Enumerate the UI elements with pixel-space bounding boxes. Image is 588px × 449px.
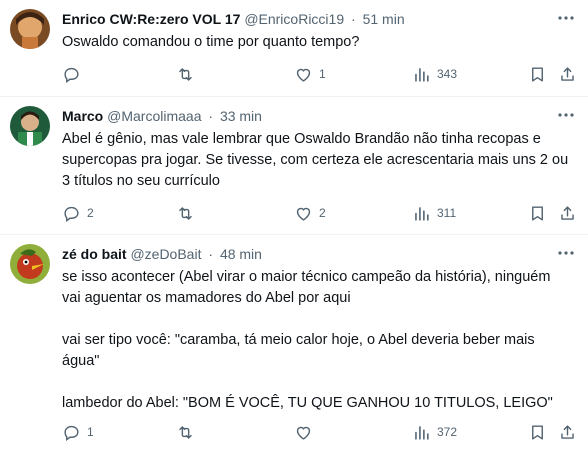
views-icon [415, 206, 429, 221]
retweet-icon [179, 67, 192, 81]
heart-icon [296, 426, 311, 440]
avatar[interactable] [10, 106, 50, 146]
bookmark-icon [532, 205, 543, 221]
tweet-2[interactable]: Marco @Marcolimaaa · 33 min Abel é gênio… [0, 97, 588, 234]
timestamp[interactable]: 48 min [220, 246, 262, 262]
views-icon [415, 425, 429, 440]
like-count: 2 [319, 206, 326, 220]
view-count: 311 [437, 206, 457, 220]
avatar[interactable] [10, 9, 50, 49]
user-handle[interactable]: @zeDoBait [130, 246, 201, 262]
reply-button[interactable] [62, 63, 87, 85]
bookmark-button[interactable] [528, 421, 547, 443]
like-button[interactable] [294, 421, 319, 443]
reply-icon [64, 67, 79, 83]
action-bar: 1 343 [62, 63, 578, 85]
bookmark-button[interactable] [528, 202, 547, 224]
views-button[interactable]: 343 [412, 63, 457, 85]
tweet-text: Abel é gênio, mas vale lembrar que Oswal… [62, 129, 572, 192]
timestamp[interactable]: 51 min [363, 11, 405, 27]
tweet-1[interactable]: Enrico CW:Re:zero VOL 17 @EnricoRicci19 … [0, 0, 588, 96]
reply-icon [64, 206, 79, 222]
reply-button[interactable]: 2 [62, 202, 94, 224]
retweet-button[interactable] [176, 421, 201, 443]
retweet-icon [179, 206, 192, 220]
bookmark-icon [532, 66, 543, 82]
display-name[interactable]: Marco [62, 108, 103, 124]
tweet-paragraph: se isso acontecer (Abel virar o maior té… [62, 269, 551, 306]
retweet-icon [179, 425, 192, 439]
tweet-text: se isso acontecer (Abel virar o maior té… [62, 267, 572, 414]
reply-count: 2 [87, 206, 94, 220]
view-count: 343 [437, 67, 458, 81]
view-count: 372 [437, 425, 458, 439]
views-button[interactable]: 372 [412, 421, 457, 443]
reply-button[interactable]: 1 [62, 421, 94, 443]
separator-dot: · [208, 246, 214, 262]
share-icon [561, 205, 574, 220]
more-icon[interactable] [556, 8, 576, 28]
separator-dot: · [351, 11, 356, 27]
share-icon [561, 424, 574, 439]
like-count: 1 [319, 67, 326, 81]
reply-icon [64, 425, 79, 441]
tweet-paragraph: vai ser tipo você: "caramba, tá meio cal… [62, 332, 535, 369]
share-button[interactable] [558, 202, 577, 224]
separator-dot: · [208, 108, 214, 124]
heart-icon [296, 207, 311, 221]
more-icon[interactable] [556, 243, 576, 263]
bookmark-icon [532, 424, 543, 440]
display-name[interactable]: Enrico CW:Re:zero VOL 17 [62, 11, 240, 27]
more-icon[interactable] [556, 105, 576, 125]
avatar[interactable] [10, 244, 50, 284]
tweet-paragraph: lambedor do Abel: "BOM É VOCÊ, TU QUE GA… [62, 395, 553, 411]
user-handle[interactable]: @Marcolimaaa [107, 108, 201, 124]
reply-count: 1 [87, 425, 94, 439]
tweet-header: zé do bait @zeDoBait · 48 min [62, 245, 262, 263]
reply-feed: Enrico CW:Re:zero VOL 17 @EnricoRicci19 … [0, 0, 588, 449]
display-name[interactable]: zé do bait [62, 246, 127, 262]
views-icon [415, 67, 429, 82]
like-button[interactable]: 2 [294, 202, 326, 224]
share-button[interactable] [558, 421, 577, 443]
action-bar: 1 372 [62, 421, 578, 443]
tweet-text: Oswaldo comandou o time por quanto tempo… [62, 32, 572, 53]
bookmark-button[interactable] [528, 63, 547, 85]
tweet-paragraph: Oswaldo comandou o time por quanto tempo… [62, 34, 360, 50]
action-bar: 2 2 311 [62, 202, 578, 224]
heart-icon [296, 68, 311, 82]
views-button[interactable]: 311 [412, 202, 456, 224]
tweet-header: Enrico CW:Re:zero VOL 17 @EnricoRicci19 … [62, 10, 405, 28]
retweet-button[interactable] [176, 202, 201, 224]
timestamp[interactable]: 33 min [220, 108, 262, 124]
tweet-header: Marco @Marcolimaaa · 33 min [62, 107, 262, 125]
share-icon [561, 66, 574, 81]
share-button[interactable] [558, 63, 577, 85]
tweet-3[interactable]: zé do bait @zeDoBait · 48 min se isso ac… [0, 235, 588, 449]
like-button[interactable]: 1 [294, 63, 326, 85]
tweet-paragraph: Abel é gênio, mas vale lembrar que Oswal… [62, 131, 569, 189]
user-handle[interactable]: @EnricoRicci19 [244, 11, 344, 27]
retweet-button[interactable] [176, 63, 201, 85]
